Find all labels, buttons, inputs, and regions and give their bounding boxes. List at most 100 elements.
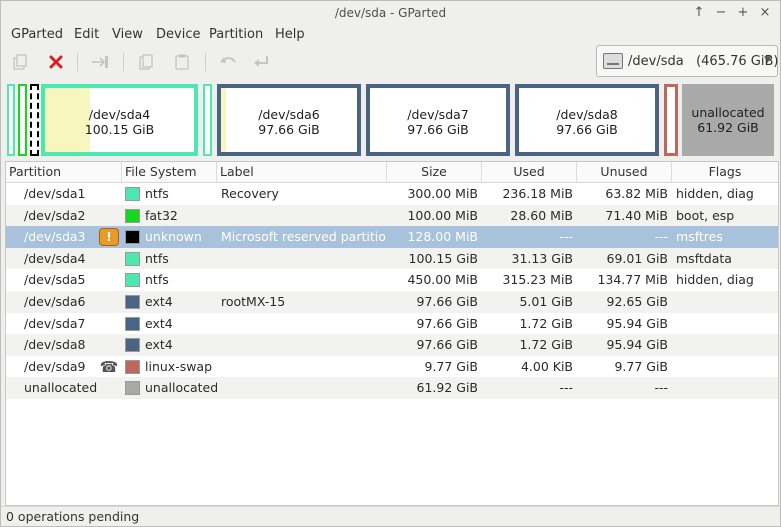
filesystem-cell: unknown <box>145 229 202 245</box>
disk-segment-unallocated[interactable]: unallocated 61.92 GiB <box>682 84 774 156</box>
minimize-button[interactable]: − <box>712 4 730 22</box>
table-row[interactable]: /dev/sda7 ext4 97.66 GiB 1.72 GiB 95.94 GiB <box>6 313 778 335</box>
menu-view[interactable]: View <box>112 27 143 42</box>
partition-cell: unallocated <box>24 380 98 396</box>
segment-size: 97.66 GiB <box>258 122 320 137</box>
resize-move-icon <box>92 56 108 68</box>
menu-device[interactable]: Device <box>156 27 200 42</box>
filesystem-cell: ntfs <box>145 272 169 288</box>
size-cell: 61.92 GiB <box>416 380 479 396</box>
table-row[interactable]: /dev/sda4 ntfs 100.15 GiB 31.13 GiB 69.01 Gi… <box>6 247 778 270</box>
unused-cell: 9.77 GiB <box>614 358 668 374</box>
column-header-label[interactable]: Label <box>217 162 387 183</box>
table-row[interactable]: /dev/sda6 ext4 rootMX-15 97.66 GiB 5.01 GiB 9… <box>6 291 778 313</box>
delete-partition-button[interactable] <box>43 50 69 74</box>
used-cell: 1.72 GiB <box>519 337 573 353</box>
used-cell: --- <box>559 229 573 245</box>
maximize-button[interactable]: + <box>734 4 752 22</box>
label-cell <box>221 334 387 356</box>
copy-button[interactable] <box>133 50 159 74</box>
flags-cell: hidden, diag <box>676 186 754 201</box>
filesystem-color-swatch <box>125 251 140 266</box>
lock-icon: ☎ <box>99 357 119 376</box>
menu-help[interactable]: Help <box>275 27 305 42</box>
label-cell <box>221 205 387 227</box>
partition-cell: /dev/sda7 <box>24 315 86 331</box>
disk-segment-sda4[interactable]: /dev/sda4 100.15 GiB <box>41 84 198 156</box>
flags-cell: msftres <box>676 229 723 245</box>
size-cell: 97.66 GiB <box>416 294 479 309</box>
column-header-unused[interactable]: Unused <box>577 162 672 183</box>
roll-up-button[interactable]: ↑ <box>690 4 708 22</box>
partition-cell: /dev/sda4 <box>24 250 86 266</box>
filesystem-color-swatch <box>125 187 140 201</box>
disk-segment-sda9[interactable] <box>664 84 678 156</box>
column-header-used[interactable]: Used <box>482 162 577 183</box>
filesystem-color-swatch <box>125 295 140 309</box>
table-row[interactable]: /dev/sda5 ntfs 450.00 MiB 315.23 MiB 134.77 … <box>6 269 778 291</box>
table-row[interactable]: /dev/sda8 ext4 97.66 GiB 1.72 GiB 95.94 GiB <box>6 334 778 356</box>
table-row[interactable]: /dev/sda9 ☎ linux-swap 9.77 GiB 4.00 KiB 9.77… <box>6 356 778 378</box>
unused-cell: 69.01 GiB <box>606 250 669 266</box>
disk-map: /dev/sda4 100.15 GiB /dev/sda6 97.66 GiB… <box>7 84 777 156</box>
segment-name: /dev/sda6 <box>258 107 320 122</box>
column-header-size[interactable]: Size <box>387 162 482 183</box>
disk-segment-sda1[interactable] <box>7 84 15 156</box>
status-bar: 0 operations pending <box>1 506 780 526</box>
disk-segment-sda8[interactable]: /dev/sda8 97.66 GiB <box>515 84 659 156</box>
size-cell: 450.00 MiB <box>407 272 478 288</box>
unused-cell: --- <box>654 380 668 396</box>
disk-segment-sda2[interactable] <box>18 84 27 156</box>
table-row[interactable]: /dev/sda3! unknown Microsoft reserved part… <box>6 226 778 248</box>
filesystem-cell: ext4 <box>145 337 173 353</box>
filesystem-color-swatch <box>125 273 140 288</box>
disk-segment-sda6[interactable]: /dev/sda6 97.66 GiB <box>217 84 361 156</box>
paste-button[interactable] <box>169 50 195 74</box>
label-cell: Recovery <box>221 186 279 201</box>
segment-name: unallocated <box>691 105 765 120</box>
new-partition-button[interactable] <box>7 50 33 74</box>
undo-button[interactable] <box>215 50 241 74</box>
filesystem-color-swatch <box>125 359 140 374</box>
apply-button[interactable] <box>249 50 275 74</box>
partition-cell: /dev/sda3 <box>24 229 86 245</box>
close-window-button[interactable]: × <box>756 4 774 22</box>
device-selector[interactable]: /dev/sda (465.76 GiB) ▼ <box>596 45 778 77</box>
column-header-flags[interactable]: Flags <box>672 162 778 183</box>
segment-name: /dev/sda4 <box>88 107 151 122</box>
table-row[interactable]: /dev/sda2 fat32 100.00 MiB 28.60 MiB 71.40 M… <box>6 204 778 227</box>
segment-size: 100.15 GiB <box>84 122 155 137</box>
window-title: /dev/sda - GParted <box>334 6 447 20</box>
segment-size: 61.92 GiB <box>697 120 759 135</box>
resize-move-button[interactable] <box>87 50 113 74</box>
table-row[interactable]: unallocated unallocated 61.92 GiB --- --- <box>6 377 778 399</box>
column-header-partition[interactable]: Partition <box>6 162 122 183</box>
flags-cell: msftdata <box>676 250 732 266</box>
warning-icon[interactable]: ! <box>99 228 119 247</box>
used-cell: 1.72 GiB <box>519 315 573 331</box>
menu-gparted[interactable]: GParted <box>11 27 63 42</box>
column-header-filesystem[interactable]: File System <box>122 162 217 183</box>
segment-name: /dev/sda7 <box>407 107 469 122</box>
flags-cell: hidden, diag <box>676 272 754 288</box>
used-cell: 28.60 MiB <box>510 207 573 223</box>
partition-cell: /dev/sda8 <box>24 337 86 353</box>
size-cell: 300.00 MiB <box>407 186 478 201</box>
flags-cell <box>676 356 776 378</box>
size-cell: 9.77 GiB <box>424 358 478 374</box>
disk-segment-sda3[interactable] <box>30 84 39 156</box>
disk-segment-sda7[interactable]: /dev/sda7 97.66 GiB <box>366 84 510 156</box>
disk-segment-sda5[interactable] <box>203 84 212 156</box>
paste-icon <box>175 54 189 70</box>
used-cell: 4.00 KiB <box>520 358 573 374</box>
unused-cell: 63.82 MiB <box>605 186 668 201</box>
menu-edit[interactable]: Edit <box>74 27 99 42</box>
filesystem-color-swatch <box>125 316 140 331</box>
table-row[interactable]: /dev/sda1 ntfs Recovery 300.00 MiB 236.18 Mi… <box>6 183 778 205</box>
menu-partition[interactable]: Partition <box>209 27 263 42</box>
partition-cell: /dev/sda5 <box>24 272 86 288</box>
used-cell: 5.01 GiB <box>519 294 573 309</box>
filesystem-color-swatch <box>125 230 140 245</box>
dropdown-arrow-icon: ▼ <box>764 55 771 65</box>
apply-icon <box>254 56 268 67</box>
